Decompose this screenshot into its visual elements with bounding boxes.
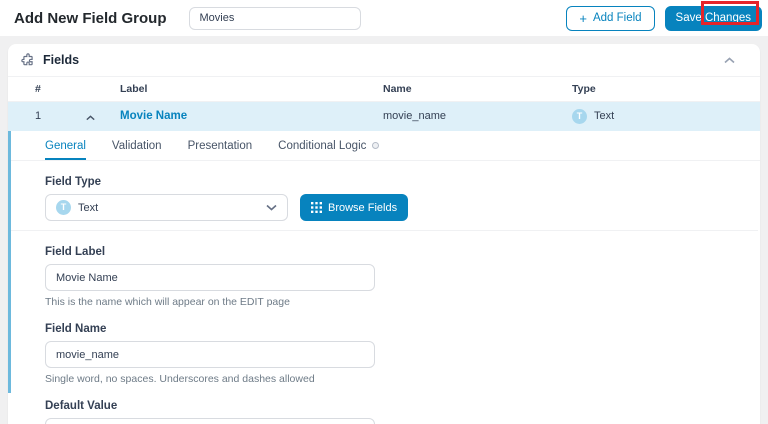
field-type-group: Field Type T Text Browse Fields: [45, 176, 760, 221]
field-group-title-input[interactable]: [188, 6, 361, 30]
field-settings-tabs: General Validation Presentation Conditio…: [11, 131, 760, 161]
browse-fields-button-label: Browse Fields: [328, 201, 398, 214]
top-header-bar: Add New Field Group + Add Field Save Cha…: [0, 0, 768, 36]
field-settings-area: General Validation Presentation Conditio…: [8, 131, 760, 424]
column-header-name: Name: [383, 83, 412, 95]
tab-presentation[interactable]: Presentation: [188, 131, 253, 160]
grid-icon: [311, 202, 322, 213]
plus-icon: +: [579, 10, 587, 26]
field-name-value: movie_name: [383, 110, 446, 122]
add-field-button-label: Add Field: [592, 12, 642, 24]
default-value-label: Default Value: [45, 400, 118, 412]
fields-panel-title: Fields: [43, 53, 80, 67]
tab-conditional-logic-label: Conditional Logic: [278, 139, 367, 152]
header-actions: + Add Field Save Changes: [566, 5, 762, 31]
add-field-button[interactable]: + Add Field: [566, 5, 655, 31]
field-row-number: 1: [35, 110, 42, 122]
column-header-number: #: [35, 83, 41, 95]
fields-table-header: # Label Name Type: [8, 77, 760, 102]
field-name-group: Field Name Single word, no spaces. Under…: [45, 323, 760, 385]
field-row-movie-name[interactable]: 1 Movie Name movie_name T Text: [8, 102, 760, 131]
field-label-help-text: This is the name which will appear on th…: [45, 296, 290, 308]
field-label-input[interactable]: [45, 264, 375, 291]
tab-conditional-logic[interactable]: Conditional Logic: [278, 131, 380, 160]
field-name-label: Field Name: [45, 323, 107, 335]
default-value-group: Default Value Appears when creating a ne…: [45, 400, 760, 424]
general-tab-content: Field Type T Text Browse Fields Field La…: [11, 176, 760, 424]
browse-fields-button[interactable]: Browse Fields: [300, 194, 409, 221]
field-type-value: Text: [594, 110, 615, 122]
tab-validation[interactable]: Validation: [112, 131, 162, 160]
field-name-input[interactable]: [45, 341, 375, 368]
field-name-help-text: Single word, no spaces. Underscores and …: [45, 373, 315, 385]
section-divider: [11, 230, 758, 231]
collapse-field-chevron-up-icon[interactable]: [86, 103, 95, 132]
field-type-cell: T Text: [572, 102, 614, 131]
field-label-label: Field Label: [45, 246, 106, 258]
text-type-icon: T: [56, 200, 71, 215]
page-title: Add New Field Group: [14, 9, 167, 27]
field-type-selected-value: Text: [78, 201, 99, 214]
field-type-label: Field Type: [45, 176, 102, 188]
tab-general[interactable]: General: [45, 131, 86, 160]
field-label-link[interactable]: Movie Name: [120, 102, 187, 131]
chevron-down-icon: [266, 204, 277, 211]
panel-collapse-chevron-up-icon[interactable]: [712, 53, 747, 68]
field-label-group: Field Label This is the name which will …: [45, 246, 760, 308]
default-value-input[interactable]: [45, 418, 375, 424]
text-type-icon: T: [572, 109, 587, 124]
save-changes-button[interactable]: Save Changes: [664, 5, 762, 31]
column-header-label: Label: [120, 83, 148, 95]
fields-panel-header: Fields: [8, 44, 760, 77]
conditional-logic-indicator-dot-icon: [372, 142, 380, 149]
column-header-type: Type: [572, 83, 596, 95]
field-type-select[interactable]: T Text: [45, 194, 288, 221]
fields-panel: Fields # Label Name Type 1 Movie Name mo…: [8, 44, 760, 424]
fields-puzzle-icon: [21, 53, 35, 67]
